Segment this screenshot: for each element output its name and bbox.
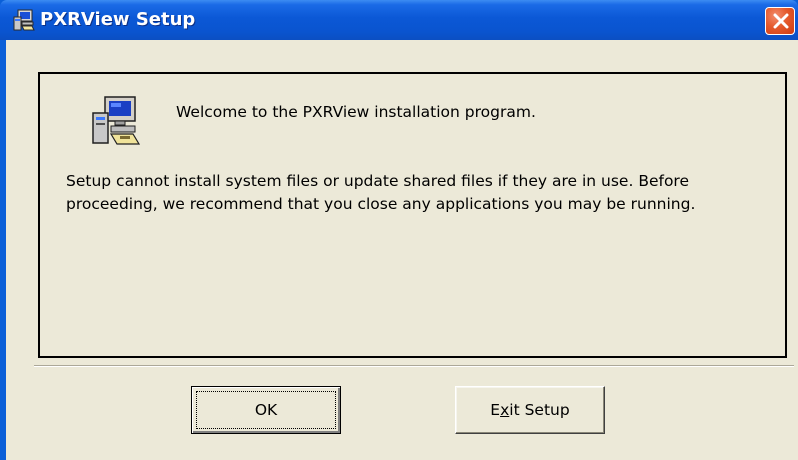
window-title: PXRView Setup (40, 9, 196, 30)
welcome-text: Welcome to the PXRView installation prog… (176, 103, 536, 121)
setup-computer-icon (92, 96, 141, 145)
ok-button[interactable]: OK (191, 386, 341, 434)
separator (34, 365, 794, 367)
exit-label-part: E (490, 401, 501, 419)
close-icon (773, 13, 789, 29)
exit-label-rest: it Setup (509, 401, 570, 419)
exit-label-accelerator: x (500, 401, 510, 419)
message-panel: Welcome to the PXRView installation prog… (38, 72, 787, 358)
exit-setup-button[interactable]: Exit Setup (455, 386, 605, 434)
title-bar[interactable]: PXRView Setup (0, 0, 798, 40)
dialog-client-area: Welcome to the PXRView installation prog… (6, 40, 798, 460)
ok-button-label: OK (254, 401, 278, 419)
close-button[interactable] (765, 7, 795, 35)
setup-app-icon (13, 9, 35, 31)
setup-window: PXRView Setup Welcome to the PXRView ins… (0, 0, 798, 460)
exit-setup-label: Exit Setup (490, 401, 569, 419)
instructions-text: Setup cannot install system files or upd… (66, 172, 696, 213)
